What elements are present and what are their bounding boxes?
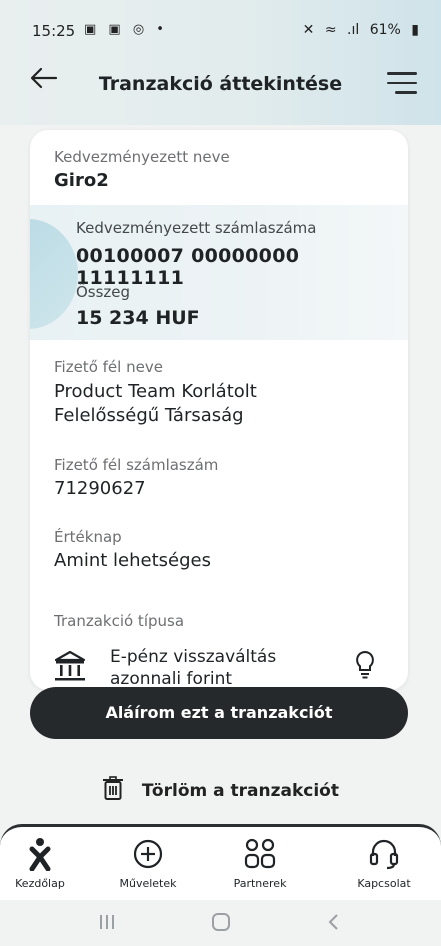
- mute-icon: ✕: [302, 22, 315, 38]
- beneficiary-name-label: Kedvezményezett neve: [54, 148, 230, 166]
- nav-item-partners[interactable]: Partnerek: [210, 837, 310, 890]
- decorative-circle: [30, 219, 78, 329]
- payer-name-line1: Product Team Korlátolt: [54, 381, 257, 402]
- value-date: Amint lehetséges: [54, 550, 211, 571]
- nav-label-partners: Partnerek: [233, 877, 287, 890]
- beneficiary-account-label: Kedvezményezett számlaszáma: [76, 219, 317, 237]
- delete-transaction-button[interactable]: Törlöm a tranzakciót: [0, 776, 441, 806]
- payer-account-label: Fizető fél számlaszám: [54, 456, 219, 474]
- tx-type-line1: E-pénz visszaváltás: [110, 647, 277, 667]
- page-title: Tranzakció áttekintése: [98, 73, 343, 95]
- status-right: ✕ ≈ .ıl 61% ▮: [297, 22, 419, 38]
- payer-account-field: Fizető fél számlaszám 71290627: [54, 456, 218, 499]
- app-header: Tranzakció áttekintése: [0, 60, 441, 110]
- beneficiary-name-field: Kedvezményezett neve Giro2: [54, 148, 230, 191]
- beneficiary-name: Giro2: [54, 170, 109, 191]
- home-button-icon[interactable]: [211, 912, 231, 937]
- sign-transaction-button[interactable]: Aláírom ezt a tranzakciót: [30, 687, 408, 739]
- partners-icon: [210, 837, 310, 871]
- nav-item-home[interactable]: Kezdőlap: [0, 837, 90, 890]
- battery-icon: ▮: [411, 22, 419, 38]
- highlight-panel: Kedvezményezett számlaszáma 00100007 000…: [30, 205, 408, 340]
- menu-icon[interactable]: [387, 72, 417, 101]
- tx-type-row: E-pénz visszaváltás azonnali forint: [52, 646, 392, 690]
- nav-label-operations: Műveletek: [119, 877, 177, 890]
- amount-label: Összeg: [76, 283, 131, 301]
- system-navigation-bar: [0, 900, 441, 946]
- bank-icon: [52, 648, 88, 688]
- status-bar: 15:25 ▣ ▣ ◎ • ✕ ≈ .ıl 61% ▮: [0, 0, 441, 40]
- payer-account: 71290627: [54, 478, 146, 499]
- plus-circle-icon: [98, 837, 198, 871]
- notification-icons: ▣ ▣ ◎ •: [84, 22, 168, 37]
- status-time: 15:25: [32, 22, 76, 40]
- home-person-icon: [0, 837, 90, 871]
- nav-item-operations[interactable]: Műveletek: [98, 837, 198, 890]
- transaction-card: Kedvezményezett neve Giro2 Kedvezményeze…: [30, 130, 408, 690]
- value-date-label: Értéknap: [54, 528, 122, 546]
- lightbulb-icon[interactable]: [354, 650, 376, 684]
- payer-name-field: Fizető fél neve Product Team Korlátolt F…: [54, 358, 257, 428]
- nav-label-home: Kezdőlap: [15, 877, 65, 890]
- delete-label: Törlöm a tranzakciót: [141, 781, 339, 801]
- amount-value: 15 234 HUF: [76, 307, 200, 329]
- value-date-field: Értéknap Amint lehetséges: [54, 528, 211, 571]
- wifi-icon: ≈: [324, 22, 337, 38]
- payer-name-line2: Felelősségű Társaság: [54, 405, 244, 426]
- nav-label-contact: Kapcsolat: [357, 877, 411, 890]
- payer-name-label: Fizető fél neve: [54, 358, 163, 376]
- tx-type-label: Tranzakció típusa: [54, 612, 185, 630]
- tx-type-value: E-pénz visszaváltás azonnali forint: [110, 646, 276, 690]
- headset-icon: [334, 837, 434, 871]
- trash-icon: [102, 776, 124, 805]
- bottom-navigation: Kezdőlap Műveletek Partnerek Kapcsolat: [0, 824, 441, 903]
- nav-item-contact[interactable]: Kapcsolat: [334, 837, 434, 890]
- signal-icon: .ıl: [347, 22, 360, 38]
- battery-text: 61%: [369, 22, 401, 38]
- tx-type-label-wrap: Tranzakció típusa: [54, 612, 184, 630]
- recent-apps-icon[interactable]: [97, 912, 117, 937]
- back-button-icon[interactable]: [324, 912, 344, 937]
